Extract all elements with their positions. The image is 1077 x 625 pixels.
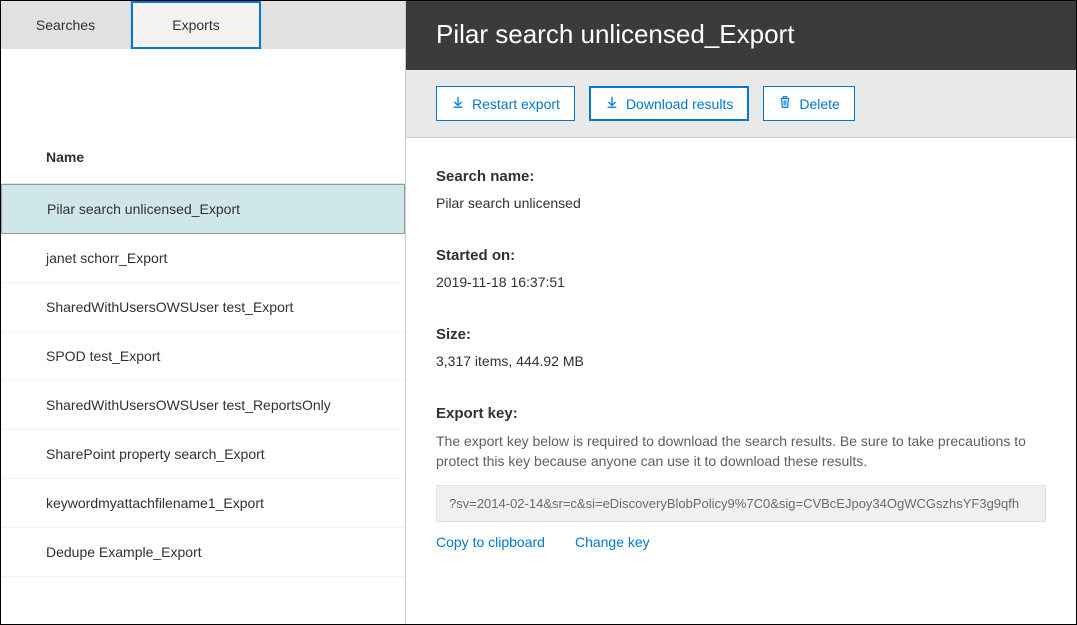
list-item[interactable]: SharedWithUsersOWSUser test_ReportsOnly bbox=[1, 381, 405, 430]
details-panel: Search name: Pilar search unlicensed Sta… bbox=[406, 138, 1076, 560]
right-pane: Pilar search unlicensed_Export Restart e… bbox=[406, 1, 1076, 624]
started-on-value: 2019-11-18 16:37:51 bbox=[436, 274, 1046, 290]
column-header-name[interactable]: Name bbox=[1, 139, 405, 184]
download-results-button[interactable]: Download results bbox=[589, 86, 749, 121]
list-item[interactable]: Pilar search unlicensed_Export bbox=[1, 184, 405, 234]
exports-list: Pilar search unlicensed_Export janet sch… bbox=[1, 184, 405, 577]
toolbar: Restart export Download results Delete bbox=[406, 70, 1076, 138]
list-item[interactable]: Dedupe Example_Export bbox=[1, 528, 405, 577]
search-name-label: Search name: bbox=[436, 168, 1046, 185]
change-key-link[interactable]: Change key bbox=[575, 534, 650, 550]
spacer bbox=[1, 49, 405, 139]
tab-searches[interactable]: Searches bbox=[1, 1, 131, 49]
tab-exports-label: Exports bbox=[172, 17, 219, 33]
trash-icon bbox=[778, 95, 792, 112]
started-on-label: Started on: bbox=[436, 247, 1046, 264]
list-item[interactable]: SharedWithUsersOWSUser test_Export bbox=[1, 283, 405, 332]
size-value: 3,317 items, 444.92 MB bbox=[436, 353, 1046, 369]
page-title: Pilar search unlicensed_Export bbox=[406, 1, 1076, 70]
delete-button[interactable]: Delete bbox=[763, 86, 854, 121]
list-item[interactable]: keywordmyattachfilename1_Export bbox=[1, 479, 405, 528]
download-arrow-icon bbox=[451, 95, 465, 112]
copy-to-clipboard-link[interactable]: Copy to clipboard bbox=[436, 534, 545, 550]
list-item[interactable]: SharePoint property search_Export bbox=[1, 430, 405, 479]
export-key-help: The export key below is required to down… bbox=[436, 432, 1046, 471]
download-results-label: Download results bbox=[626, 96, 733, 112]
download-arrow-icon bbox=[605, 95, 619, 112]
left-pane: Searches Exports Name Pilar search unlic… bbox=[1, 1, 406, 624]
size-label: Size: bbox=[436, 326, 1046, 343]
export-key-value[interactable]: ?sv=2014-02-14&sr=c&si=eDiscoveryBlobPol… bbox=[436, 485, 1046, 522]
restart-export-label: Restart export bbox=[472, 96, 560, 112]
list-item[interactable]: SPOD test_Export bbox=[1, 332, 405, 381]
search-name-value: Pilar search unlicensed bbox=[436, 195, 1046, 211]
tab-exports[interactable]: Exports bbox=[131, 1, 261, 49]
restart-export-button[interactable]: Restart export bbox=[436, 86, 575, 121]
export-key-label: Export key: bbox=[436, 405, 1046, 422]
list-item[interactable]: janet schorr_Export bbox=[1, 234, 405, 283]
delete-label: Delete bbox=[799, 96, 839, 112]
tabs: Searches Exports bbox=[1, 1, 405, 49]
key-actions: Copy to clipboard Change key bbox=[436, 534, 1046, 550]
tab-searches-label: Searches bbox=[36, 17, 95, 33]
